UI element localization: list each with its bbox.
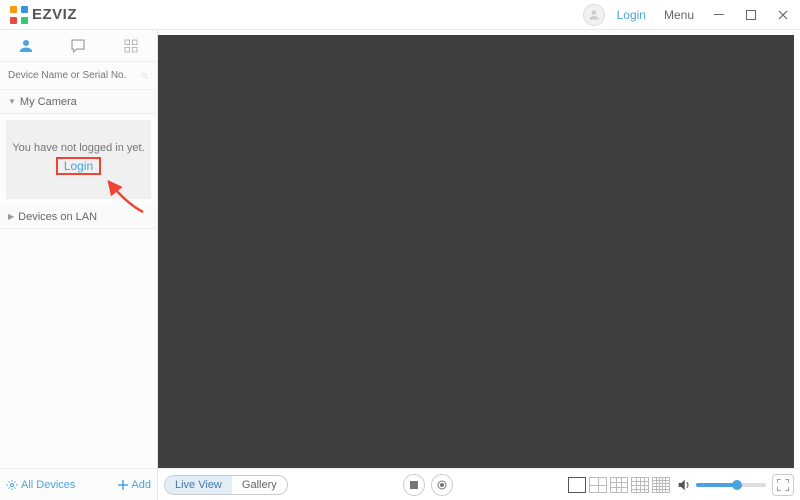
- window-close-button[interactable]: [770, 5, 796, 25]
- record-button[interactable]: [431, 474, 453, 496]
- layout-4x4-button[interactable]: [631, 477, 649, 493]
- search-icon[interactable]: [140, 69, 149, 83]
- minimize-icon: [714, 10, 724, 20]
- fullscreen-button[interactable]: [772, 474, 794, 496]
- section-my-camera-label: My Camera: [20, 96, 77, 108]
- titlebar-menu-link[interactable]: Menu: [658, 8, 700, 22]
- plus-icon: [118, 480, 128, 490]
- speaker-icon[interactable]: [676, 477, 692, 493]
- gear-icon: [6, 479, 18, 491]
- sidebar-login-link[interactable]: Login: [64, 159, 93, 173]
- sidebar-tabs: [0, 30, 157, 62]
- avatar-button[interactable]: [583, 4, 605, 26]
- chevron-right-icon: ▶: [8, 212, 14, 221]
- window-maximize-button[interactable]: [738, 5, 764, 25]
- layout-5x5-button[interactable]: [652, 477, 670, 493]
- add-device-label: Add: [131, 479, 151, 491]
- layout-1x1-button[interactable]: [568, 477, 586, 493]
- sidebar: ▼ My Camera You have not logged in yet. …: [0, 30, 158, 468]
- stop-button[interactable]: [403, 474, 425, 496]
- login-panel: You have not logged in yet. Login: [6, 120, 151, 199]
- chevron-down-icon: ▼: [8, 97, 16, 106]
- window-minimize-button[interactable]: [706, 5, 732, 25]
- login-highlight-box: Login: [56, 157, 101, 175]
- sidebar-tab-devices[interactable]: [6, 30, 46, 62]
- bottom-left-panel: All Devices Add: [0, 468, 158, 500]
- layout-2x2-button[interactable]: [589, 477, 607, 493]
- stop-icon: [410, 481, 418, 489]
- volume-control: [676, 477, 766, 493]
- brand-text: EZVIZ: [32, 6, 77, 23]
- user-icon: [587, 8, 601, 22]
- layout-buttons: [568, 477, 670, 493]
- speech-bubble-icon: [69, 37, 87, 55]
- app-logo: EZVIZ: [10, 6, 77, 24]
- all-devices-button[interactable]: All Devices: [6, 479, 75, 491]
- fullscreen-icon: [777, 479, 789, 491]
- record-icon: [437, 480, 447, 490]
- section-devices-on-lan[interactable]: ▶ Devices on LAN: [0, 205, 157, 229]
- search-input[interactable]: [8, 70, 140, 81]
- logo-icon: [10, 6, 28, 24]
- section-devices-on-lan-label: Devices on LAN: [18, 211, 97, 223]
- volume-slider[interactable]: [696, 483, 766, 487]
- not-logged-text: You have not logged in yet.: [10, 142, 147, 154]
- person-icon: [17, 37, 35, 55]
- grid-icon: [123, 38, 139, 54]
- bottom-toolbar: Live View Gallery: [158, 468, 800, 500]
- view-mode-tabs: Live View Gallery: [164, 475, 288, 495]
- video-view-area[interactable]: [158, 35, 794, 468]
- sidebar-tab-messages[interactable]: [58, 30, 98, 62]
- tab-gallery[interactable]: Gallery: [232, 476, 287, 494]
- tab-live-view[interactable]: Live View: [165, 476, 232, 494]
- all-devices-label: All Devices: [21, 479, 75, 491]
- content-area: [158, 30, 800, 468]
- maximize-icon: [746, 10, 756, 20]
- close-icon: [778, 10, 788, 20]
- layout-3x3-button[interactable]: [610, 477, 628, 493]
- sidebar-tab-grid[interactable]: [111, 30, 151, 62]
- title-bar: EZVIZ Login Menu: [0, 0, 800, 30]
- add-device-button[interactable]: Add: [118, 479, 151, 491]
- titlebar-login-link[interactable]: Login: [611, 8, 652, 22]
- section-my-camera[interactable]: ▼ My Camera: [0, 90, 157, 114]
- sidebar-search: [0, 62, 157, 90]
